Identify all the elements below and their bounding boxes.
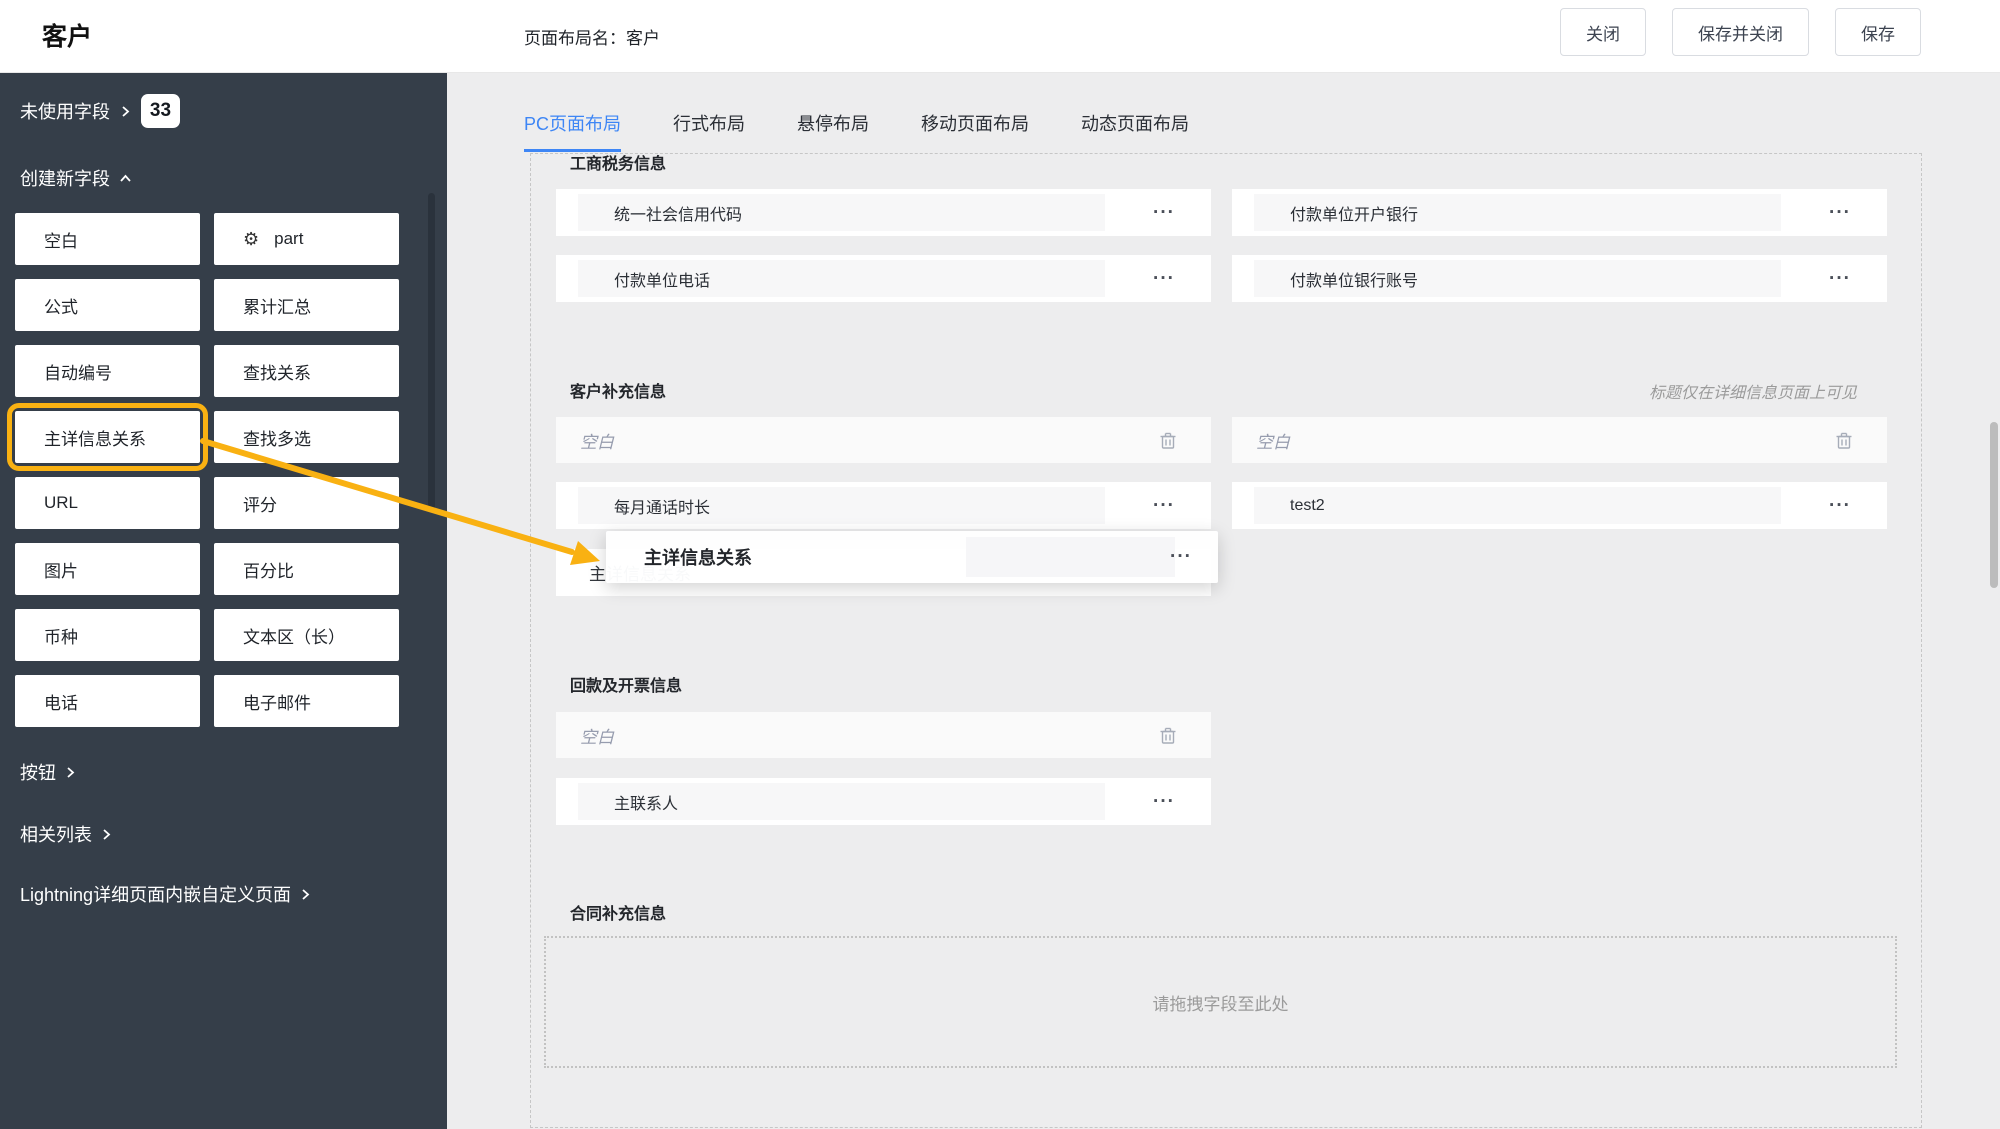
layout-name-value: 客户 — [626, 29, 660, 48]
close-button[interactable]: 关闭 — [1560, 8, 1646, 56]
section-title-payment-invoice: 回款及开票信息 — [570, 672, 682, 696]
field-type-email[interactable]: 电子邮件 — [214, 675, 399, 727]
chevron-right-icon — [101, 829, 112, 840]
field-row[interactable]: test2 ··· — [1232, 482, 1887, 529]
field-type-url[interactable]: URL — [15, 477, 200, 529]
page-scrollbar[interactable] — [1990, 422, 1998, 588]
blank-label: 空白 — [580, 428, 614, 453]
field-type-part-label: part — [274, 229, 303, 249]
placeholder-label-first: 主 — [589, 565, 606, 584]
field-label: 主联系人 — [578, 783, 1105, 820]
more-icon[interactable]: ··· — [1153, 792, 1175, 811]
field-type-autonumber[interactable]: 自动编号 — [15, 345, 200, 397]
field-type-part[interactable]: ⚙ part — [214, 213, 399, 265]
field-label: 付款单位银行账号 — [1254, 260, 1781, 297]
tab-dynamic-layout[interactable]: 动态页面布局 — [1081, 110, 1189, 152]
sidebar-link-lightning-embed-label: Lightning详细页面内嵌自定义页面 — [20, 881, 291, 907]
top-bar: 客户 页面布局名：客户 关闭 保存并关闭 保存 — [0, 0, 2000, 73]
blank-label: 空白 — [1256, 428, 1290, 453]
field-label: 付款单位电话 — [578, 260, 1105, 297]
field-type-image[interactable]: 图片 — [15, 543, 200, 595]
chevron-right-icon — [300, 889, 311, 900]
layout-name: 页面布局名：客户 — [524, 24, 660, 49]
more-icon[interactable]: ··· — [1829, 496, 1851, 515]
trash-icon[interactable] — [1159, 431, 1177, 450]
drag-ghost-value-box — [966, 537, 1175, 577]
field-type-blank[interactable]: 空白 — [15, 213, 200, 265]
field-row[interactable]: 主联系人 ··· — [556, 778, 1211, 825]
empty-drop-zone[interactable]: 请拖拽字段至此处 — [544, 936, 1897, 1068]
field-type-multilookup[interactable]: 查找多选 — [214, 411, 399, 463]
more-icon[interactable]: ··· — [1153, 269, 1175, 288]
field-type-master-detail[interactable]: 主详信息关系 — [15, 411, 200, 463]
unused-fields-toggle[interactable]: 未使用字段 33 — [20, 98, 180, 124]
drag-ghost-master-detail[interactable]: 主详信息关系 ··· — [606, 531, 1218, 583]
field-label: 统一社会信用代码 — [578, 194, 1105, 231]
save-button[interactable]: 保存 — [1835, 8, 1921, 56]
more-icon[interactable]: ··· — [1153, 496, 1175, 515]
section-hint: 标题仅在详细信息页面上可见 — [1232, 379, 1857, 403]
save-and-close-button[interactable]: 保存并关闭 — [1672, 8, 1809, 56]
field-type-currency[interactable]: 币种 — [15, 609, 200, 661]
field-row[interactable]: 付款单位电话 ··· — [556, 255, 1211, 302]
drop-zone-hint: 请拖拽字段至此处 — [1153, 990, 1289, 1015]
field-type-longtext[interactable]: 文本区（长） — [214, 609, 399, 661]
sidebar-scrollbar[interactable] — [428, 193, 435, 510]
sidebar-link-lightning-embed[interactable]: Lightning详细页面内嵌自定义页面 — [20, 882, 311, 906]
blank-row[interactable]: 空白 — [1232, 417, 1887, 463]
field-label: 每月通话时长 — [578, 487, 1105, 524]
topbar-actions: 关闭 保存并关闭 保存 — [1560, 8, 1921, 56]
sidebar-link-buttons[interactable]: 按钮 — [20, 760, 76, 784]
blank-row[interactable]: 空白 — [556, 712, 1211, 758]
unused-fields-label: 未使用字段 — [20, 98, 110, 124]
section-title-business-tax: 工商税务信息 — [570, 150, 666, 174]
field-label: test2 — [1254, 487, 1781, 524]
create-field-toggle[interactable]: 创建新字段 — [20, 165, 131, 191]
unused-fields-count-badge: 33 — [141, 94, 180, 128]
field-palette-sidebar: 未使用字段 33 创建新字段 空白 ⚙ part 公式 累计汇总 自动编号 查找关… — [0, 72, 447, 1129]
drag-ghost-label: 主详信息关系 — [644, 544, 752, 570]
more-icon[interactable]: ··· — [1829, 203, 1851, 222]
blank-label: 空白 — [580, 723, 614, 748]
page-title: 客户 — [42, 17, 92, 53]
field-row[interactable]: 付款单位银行账号 ··· — [1232, 255, 1887, 302]
section-title-contract-extra: 合同补充信息 — [570, 900, 666, 924]
tab-hover-layout[interactable]: 悬停布局 — [797, 110, 869, 152]
sidebar-link-related-lists-label: 相关列表 — [20, 821, 92, 847]
field-row[interactable]: 统一社会信用代码 ··· — [556, 189, 1211, 236]
field-type-rollup[interactable]: 累计汇总 — [214, 279, 399, 331]
sidebar-link-buttons-label: 按钮 — [20, 759, 56, 785]
field-row[interactable]: 每月通话时长 ··· — [556, 482, 1211, 529]
section-title-customer-extra: 客户补充信息 — [570, 378, 666, 402]
tab-pc-layout[interactable]: PC页面布局 — [524, 110, 621, 152]
trash-icon[interactable] — [1835, 431, 1853, 450]
chevron-right-icon — [120, 106, 131, 117]
field-label: 付款单位开户银行 — [1254, 194, 1781, 231]
sidebar-link-related-lists[interactable]: 相关列表 — [20, 822, 112, 846]
tab-row-layout[interactable]: 行式布局 — [673, 110, 745, 152]
layout-name-label: 页面布局名： — [524, 29, 626, 48]
tab-mobile-layout[interactable]: 移动页面布局 — [921, 110, 1029, 152]
field-type-phone[interactable]: 电话 — [15, 675, 200, 727]
field-type-percent[interactable]: 百分比 — [214, 543, 399, 595]
chevron-up-icon — [120, 173, 131, 184]
blank-row[interactable]: 空白 — [556, 417, 1211, 463]
field-type-lookup[interactable]: 查找关系 — [214, 345, 399, 397]
more-icon[interactable]: ··· — [1153, 203, 1175, 222]
field-type-formula[interactable]: 公式 — [15, 279, 200, 331]
field-row[interactable]: 付款单位开户银行 ··· — [1232, 189, 1887, 236]
field-type-rating[interactable]: 评分 — [214, 477, 399, 529]
trash-icon[interactable] — [1159, 726, 1177, 745]
gear-icon: ⚙ — [243, 230, 259, 248]
layout-tabs: PC页面布局 行式布局 悬停布局 移动页面布局 动态页面布局 — [524, 110, 1189, 152]
create-field-label: 创建新字段 — [20, 165, 110, 191]
more-icon[interactable]: ··· — [1829, 269, 1851, 288]
chevron-right-icon — [65, 767, 76, 778]
more-icon: ··· — [1170, 546, 1192, 568]
